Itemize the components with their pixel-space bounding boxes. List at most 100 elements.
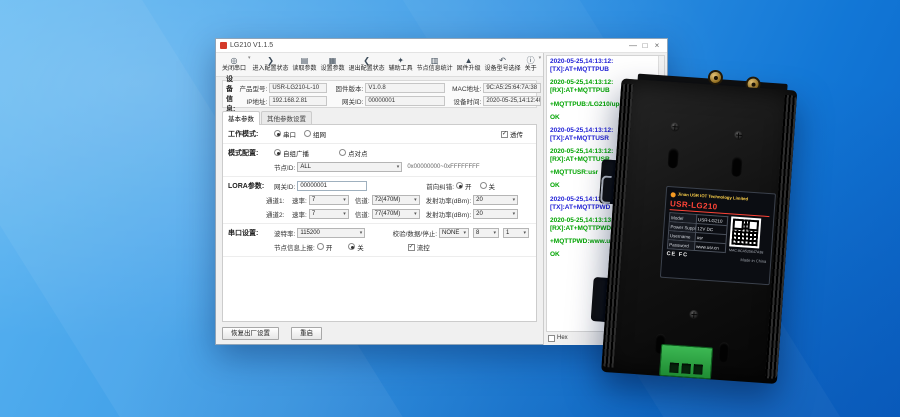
config-content: 设备信息: 产品型号: USR-LG210-L-10 固件版本: [216, 77, 543, 345]
minimize-button[interactable]: — [627, 41, 639, 50]
passthrough-checkbox[interactable]: 透传 [501, 129, 523, 139]
flow-control-checkbox[interactable]: 流控 [408, 242, 430, 252]
fec-label: 前向纠错: [426, 181, 454, 191]
radio-option[interactable]: 点对点 [339, 148, 368, 158]
chevron-down-icon: ▾ [343, 197, 346, 203]
databits-select[interactable]: 8 ▾ [473, 228, 499, 238]
terminal-block [659, 344, 713, 380]
tab[interactable]: 基本参数 [222, 111, 260, 125]
chevron-down-icon[interactable]: ▾ [539, 55, 542, 61]
toolbar-button[interactable]: ❮ 退出配置状态 [347, 54, 387, 76]
gateway-id-input[interactable]: 00000001 [297, 181, 367, 191]
tab[interactable]: 其他参数设置 [261, 111, 312, 125]
spec-value: 12V DC [696, 226, 726, 233]
radio-option[interactable]: 串口 [274, 129, 296, 139]
power-select[interactable]: 20 ▾ [473, 195, 518, 205]
config-pane: ◎ 关闭串口 ▾ ❯ 进入配置状态 ▾ ▤ 读取参数 [216, 53, 544, 345]
toolbar-button[interactable]: ▲ 固件升级 [455, 54, 483, 76]
toolbar-button-label: 读取参数 [293, 65, 317, 73]
field-value-input[interactable]: 2020-05-25,14:12:40 [483, 96, 541, 106]
din-rail-spring [600, 175, 612, 204]
chevron-down-icon: ▾ [463, 230, 466, 236]
channel-name: 通道2: [266, 209, 290, 219]
terminal-hole [693, 364, 703, 375]
field-value-input[interactable]: 9C:A5:25:64:7A:38 [483, 83, 541, 93]
toolbar-button[interactable]: ▤ 读取参数 [291, 54, 319, 76]
device-body: Jinan USR IOT Technology Limited USR-LG2… [601, 78, 797, 384]
rate-select[interactable]: 7 ▾ [309, 209, 349, 219]
toolbar-button[interactable]: ◎ 关闭串口 [220, 54, 248, 76]
node-report-label: 节点信息上报: [274, 242, 315, 252]
rate-label: 速率: [292, 195, 307, 205]
power-select[interactable]: 20 ▾ [473, 209, 518, 219]
parity-group-label: 校验/数据/停止: [393, 228, 437, 238]
stopbits-select[interactable]: 1 ▾ [503, 228, 529, 238]
certification-icons: CE FC [666, 251, 688, 258]
maximize-button[interactable]: □ [639, 41, 651, 50]
channel-select[interactable]: 77(470M) ▾ [372, 209, 420, 219]
close-button[interactable]: × [651, 41, 663, 50]
field-label: 固件版本: [331, 83, 363, 93]
screenshot-stage: LG210 V1.1.5 — □ × ◎ 关闭串口 ▾ ❯ [0, 0, 900, 417]
device-info-field: 固件版本: V1.0.8 [331, 83, 445, 93]
radio-option[interactable]: 组网 [304, 129, 326, 139]
field-value-input[interactable]: 192.168.2.81 [269, 96, 327, 106]
toolbar-button[interactable]: ⓘ 关于 [523, 54, 539, 76]
lora-channel-row: 通道1: 速率: 7 ▾ 信道: 72(470M) [266, 193, 531, 207]
rate-label: 速率: [292, 209, 307, 219]
channel-select[interactable]: 72(470M) ▾ [372, 195, 420, 205]
factory-reset-button[interactable]: 恢复出厂设置 [222, 327, 279, 340]
node-id-label: 节点ID: [274, 162, 295, 172]
spec-value: usr [696, 234, 726, 241]
lora-channel-row: 通道2: 速率: 7 ▾ 信道: 77(470M) [266, 207, 531, 221]
chevron-down-icon: ▾ [493, 230, 496, 236]
work-mode-radios: 串口 组网 [274, 129, 332, 140]
field-value-input[interactable]: USR-LG210-L-10 [269, 83, 327, 93]
chevron-down-icon: ▾ [414, 211, 417, 217]
baud-select[interactable]: 115200 ▾ [297, 228, 365, 238]
field-value-input[interactable]: 00000001 [365, 96, 445, 106]
device-info-fields: 产品型号: USR-LG210-L-10 固件版本: V1.0.8 [235, 83, 541, 106]
toolbar-button-icon: ✦ [397, 57, 404, 65]
chevron-down-icon: ▾ [414, 197, 417, 203]
toolbar-button-icon: ↶ [499, 57, 506, 65]
device-label: Jinan USR IOT Technology Limited USR-LG2… [660, 186, 776, 285]
field-value-input[interactable]: V1.0.8 [365, 83, 445, 93]
footer-buttons: 恢复出厂设置 重启 [222, 326, 537, 341]
radio-option[interactable]: 自组广播 [274, 148, 309, 158]
toolbar-button[interactable]: ✦ 辅助工具 [387, 54, 415, 76]
device-info-field: MAC地址: 9C:A5:25:64:7A:38 [449, 83, 541, 93]
gateway-id-label: 网关ID: [274, 181, 295, 191]
toolbar-button-icon: ▲ [465, 57, 473, 65]
radio-icon [480, 182, 487, 189]
parity-select[interactable]: NONE ▾ [439, 228, 469, 238]
field-label: 网关ID: [331, 96, 363, 106]
hex-checkbox[interactable]: Hex [548, 335, 568, 342]
radio-option[interactable]: 关 [480, 181, 496, 191]
rate-select[interactable]: 7 ▾ [309, 195, 349, 205]
radio-option[interactable]: 开 [456, 181, 472, 191]
toolbar-button[interactable]: ▥ 节点信息统计 [415, 54, 455, 76]
device-info-field: 设备时间: 2020-05-25,14:12:40 [449, 96, 541, 106]
radio-icon [317, 243, 324, 250]
screw-icon [689, 310, 699, 320]
spec-key: Password [668, 240, 695, 250]
toolbar: ◎ 关闭串口 ▾ ❯ 进入配置状态 ▾ ▤ 读取参数 [216, 53, 543, 77]
qr-column: MAC:9CA525647A38 [728, 216, 769, 256]
node-id-select[interactable]: ALL ▾ [297, 162, 402, 172]
toolbar-button-icon: ❯ [267, 57, 274, 65]
vent-slot [731, 156, 742, 177]
channel-name: 通道1: [266, 195, 290, 205]
window-title: LG210 V1.1.5 [230, 42, 627, 49]
toolbar-button[interactable]: ▦ 设置参数 [319, 54, 347, 76]
toolbar-button-label: 关于 [525, 65, 537, 73]
radio-option[interactable]: 关 [348, 242, 364, 252]
toolbar-button[interactable]: ↶ 设备型号选择 [483, 54, 523, 76]
radio-option[interactable]: 开 [317, 242, 333, 252]
terminal-hole [669, 362, 679, 373]
toolbar-button[interactable]: ❯ 进入配置状态 [251, 54, 291, 76]
chevron-down-icon: ▾ [360, 230, 363, 236]
channel-label: 信道: [355, 195, 370, 205]
toolbar-button-label: 辅助工具 [389, 65, 413, 73]
reboot-button[interactable]: 重启 [291, 327, 322, 340]
